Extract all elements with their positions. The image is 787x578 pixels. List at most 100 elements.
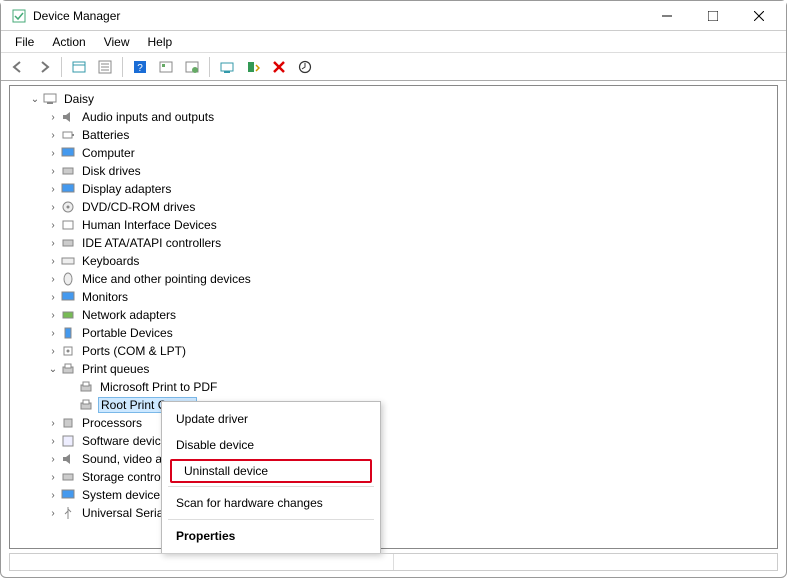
context-uninstall-device[interactable]: Uninstall device xyxy=(170,459,372,483)
tree-item-label: Software devic xyxy=(80,434,163,448)
chevron-right-icon[interactable] xyxy=(46,202,60,213)
chevron-right-icon[interactable] xyxy=(46,130,60,141)
mouse-icon xyxy=(60,271,76,287)
tree-item[interactable]: Human Interface Devices xyxy=(10,216,777,234)
tree-item-label: Human Interface Devices xyxy=(80,218,219,232)
tree-item[interactable]: Batteries xyxy=(10,126,777,144)
chevron-right-icon[interactable] xyxy=(46,346,60,357)
action-button-2[interactable] xyxy=(181,56,203,78)
tree-item-label: Computer xyxy=(80,146,137,160)
context-disable-device[interactable]: Disable device xyxy=(162,432,380,458)
chevron-right-icon[interactable] xyxy=(46,472,60,483)
tree-item[interactable]: Software devic xyxy=(10,432,777,450)
uninstall-button[interactable] xyxy=(268,56,290,78)
dvd-icon xyxy=(60,199,76,215)
chevron-right-icon[interactable] xyxy=(46,508,60,519)
chevron-right-icon[interactable] xyxy=(46,310,60,321)
tree-item-print-queues[interactable]: Print queues xyxy=(10,360,777,378)
tree-item-label: Processors xyxy=(80,416,144,430)
chevron-right-icon[interactable] xyxy=(46,238,60,249)
monitor-icon xyxy=(60,289,76,305)
tree-item[interactable]: Portable Devices xyxy=(10,324,777,342)
network-icon xyxy=(60,307,76,323)
chevron-right-icon[interactable] xyxy=(46,148,60,159)
context-properties[interactable]: Properties xyxy=(162,523,380,549)
chevron-right-icon[interactable] xyxy=(46,418,60,429)
tree-item[interactable]: Sound, video a xyxy=(10,450,777,468)
status-bar xyxy=(9,553,778,571)
tree-item[interactable]: Ports (COM & LPT) xyxy=(10,342,777,360)
menu-separator xyxy=(168,519,374,520)
menu-help[interactable]: Help xyxy=(140,33,181,51)
chevron-right-icon[interactable] xyxy=(46,184,60,195)
chevron-right-icon[interactable] xyxy=(46,112,60,123)
context-update-driver[interactable]: Update driver xyxy=(162,406,380,432)
properties-button[interactable] xyxy=(94,56,116,78)
chevron-right-icon[interactable] xyxy=(46,220,60,231)
printer-icon xyxy=(60,361,76,377)
storage-icon xyxy=(60,469,76,485)
software-icon xyxy=(60,433,76,449)
menu-action[interactable]: Action xyxy=(44,33,93,51)
tree-item-label: Network adapters xyxy=(80,308,178,322)
menu-separator xyxy=(168,486,374,487)
tree-item[interactable]: Monitors xyxy=(10,288,777,306)
tree-item[interactable]: Disk drives xyxy=(10,162,777,180)
maximize-button[interactable] xyxy=(690,1,736,31)
tree-item-label: System device xyxy=(80,488,162,502)
chevron-right-icon[interactable] xyxy=(46,166,60,177)
app-icon xyxy=(11,8,27,24)
tree-item-label: Disk drives xyxy=(80,164,143,178)
device-tree[interactable]: Daisy Audio inputs and outputs Batteries… xyxy=(9,85,778,549)
tree-item-print-pdf[interactable]: Microsoft Print to PDF xyxy=(10,378,777,396)
tree-item[interactable]: Network adapters xyxy=(10,306,777,324)
context-scan-hardware[interactable]: Scan for hardware changes xyxy=(162,490,380,516)
menu-view[interactable]: View xyxy=(96,33,138,51)
forward-button[interactable] xyxy=(33,56,55,78)
back-button[interactable] xyxy=(7,56,29,78)
help-button[interactable]: ? xyxy=(129,56,151,78)
tree-item-label: Ports (COM & LPT) xyxy=(80,344,188,358)
update-driver-button[interactable] xyxy=(294,56,316,78)
display-icon xyxy=(60,181,76,197)
chevron-right-icon[interactable] xyxy=(46,256,60,267)
context-menu: Update driver Disable device Uninstall d… xyxy=(161,401,381,554)
tree-item-label: Batteries xyxy=(80,128,131,142)
tree-item-root-print-queue[interactable]: Root Print Queue xyxy=(10,396,777,414)
tree-item[interactable]: Keyboards xyxy=(10,252,777,270)
scan-hardware-button[interactable] xyxy=(216,56,238,78)
tree-item[interactable]: Mice and other pointing devices xyxy=(10,270,777,288)
menubar: File Action View Help xyxy=(1,31,786,53)
show-hide-console-button[interactable] xyxy=(68,56,90,78)
audio-icon xyxy=(60,109,76,125)
chevron-down-icon[interactable] xyxy=(46,364,60,375)
svg-text:?: ? xyxy=(137,63,143,74)
chevron-right-icon[interactable] xyxy=(46,328,60,339)
chevron-down-icon[interactable] xyxy=(28,94,42,105)
tree-item-label: DVD/CD-ROM drives xyxy=(80,200,197,214)
tree-item[interactable]: System device xyxy=(10,486,777,504)
tree-item[interactable]: Audio inputs and outputs xyxy=(10,108,777,126)
add-legacy-hardware-button[interactable] xyxy=(242,56,264,78)
tree-item-label: Storage contro xyxy=(80,470,163,484)
chevron-right-icon[interactable] xyxy=(46,436,60,447)
tree-item[interactable]: IDE ATA/ATAPI controllers xyxy=(10,234,777,252)
chevron-right-icon[interactable] xyxy=(46,292,60,303)
chevron-right-icon[interactable] xyxy=(46,274,60,285)
minimize-button[interactable] xyxy=(644,1,690,31)
printer-icon xyxy=(78,379,94,395)
tree-item[interactable]: Universal Seria xyxy=(10,504,777,522)
tree-item[interactable]: Processors xyxy=(10,414,777,432)
tree-item[interactable]: DVD/CD-ROM drives xyxy=(10,198,777,216)
close-button[interactable] xyxy=(736,1,782,31)
tree-item[interactable]: Storage contro xyxy=(10,468,777,486)
tree-root[interactable]: Daisy xyxy=(10,90,777,108)
tree-item[interactable]: Computer xyxy=(10,144,777,162)
battery-icon xyxy=(60,127,76,143)
tree-item-label: Audio inputs and outputs xyxy=(80,110,216,124)
chevron-right-icon[interactable] xyxy=(46,490,60,501)
chevron-right-icon[interactable] xyxy=(46,454,60,465)
tree-item[interactable]: Display adapters xyxy=(10,180,777,198)
action-button-1[interactable] xyxy=(155,56,177,78)
menu-file[interactable]: File xyxy=(7,33,42,51)
